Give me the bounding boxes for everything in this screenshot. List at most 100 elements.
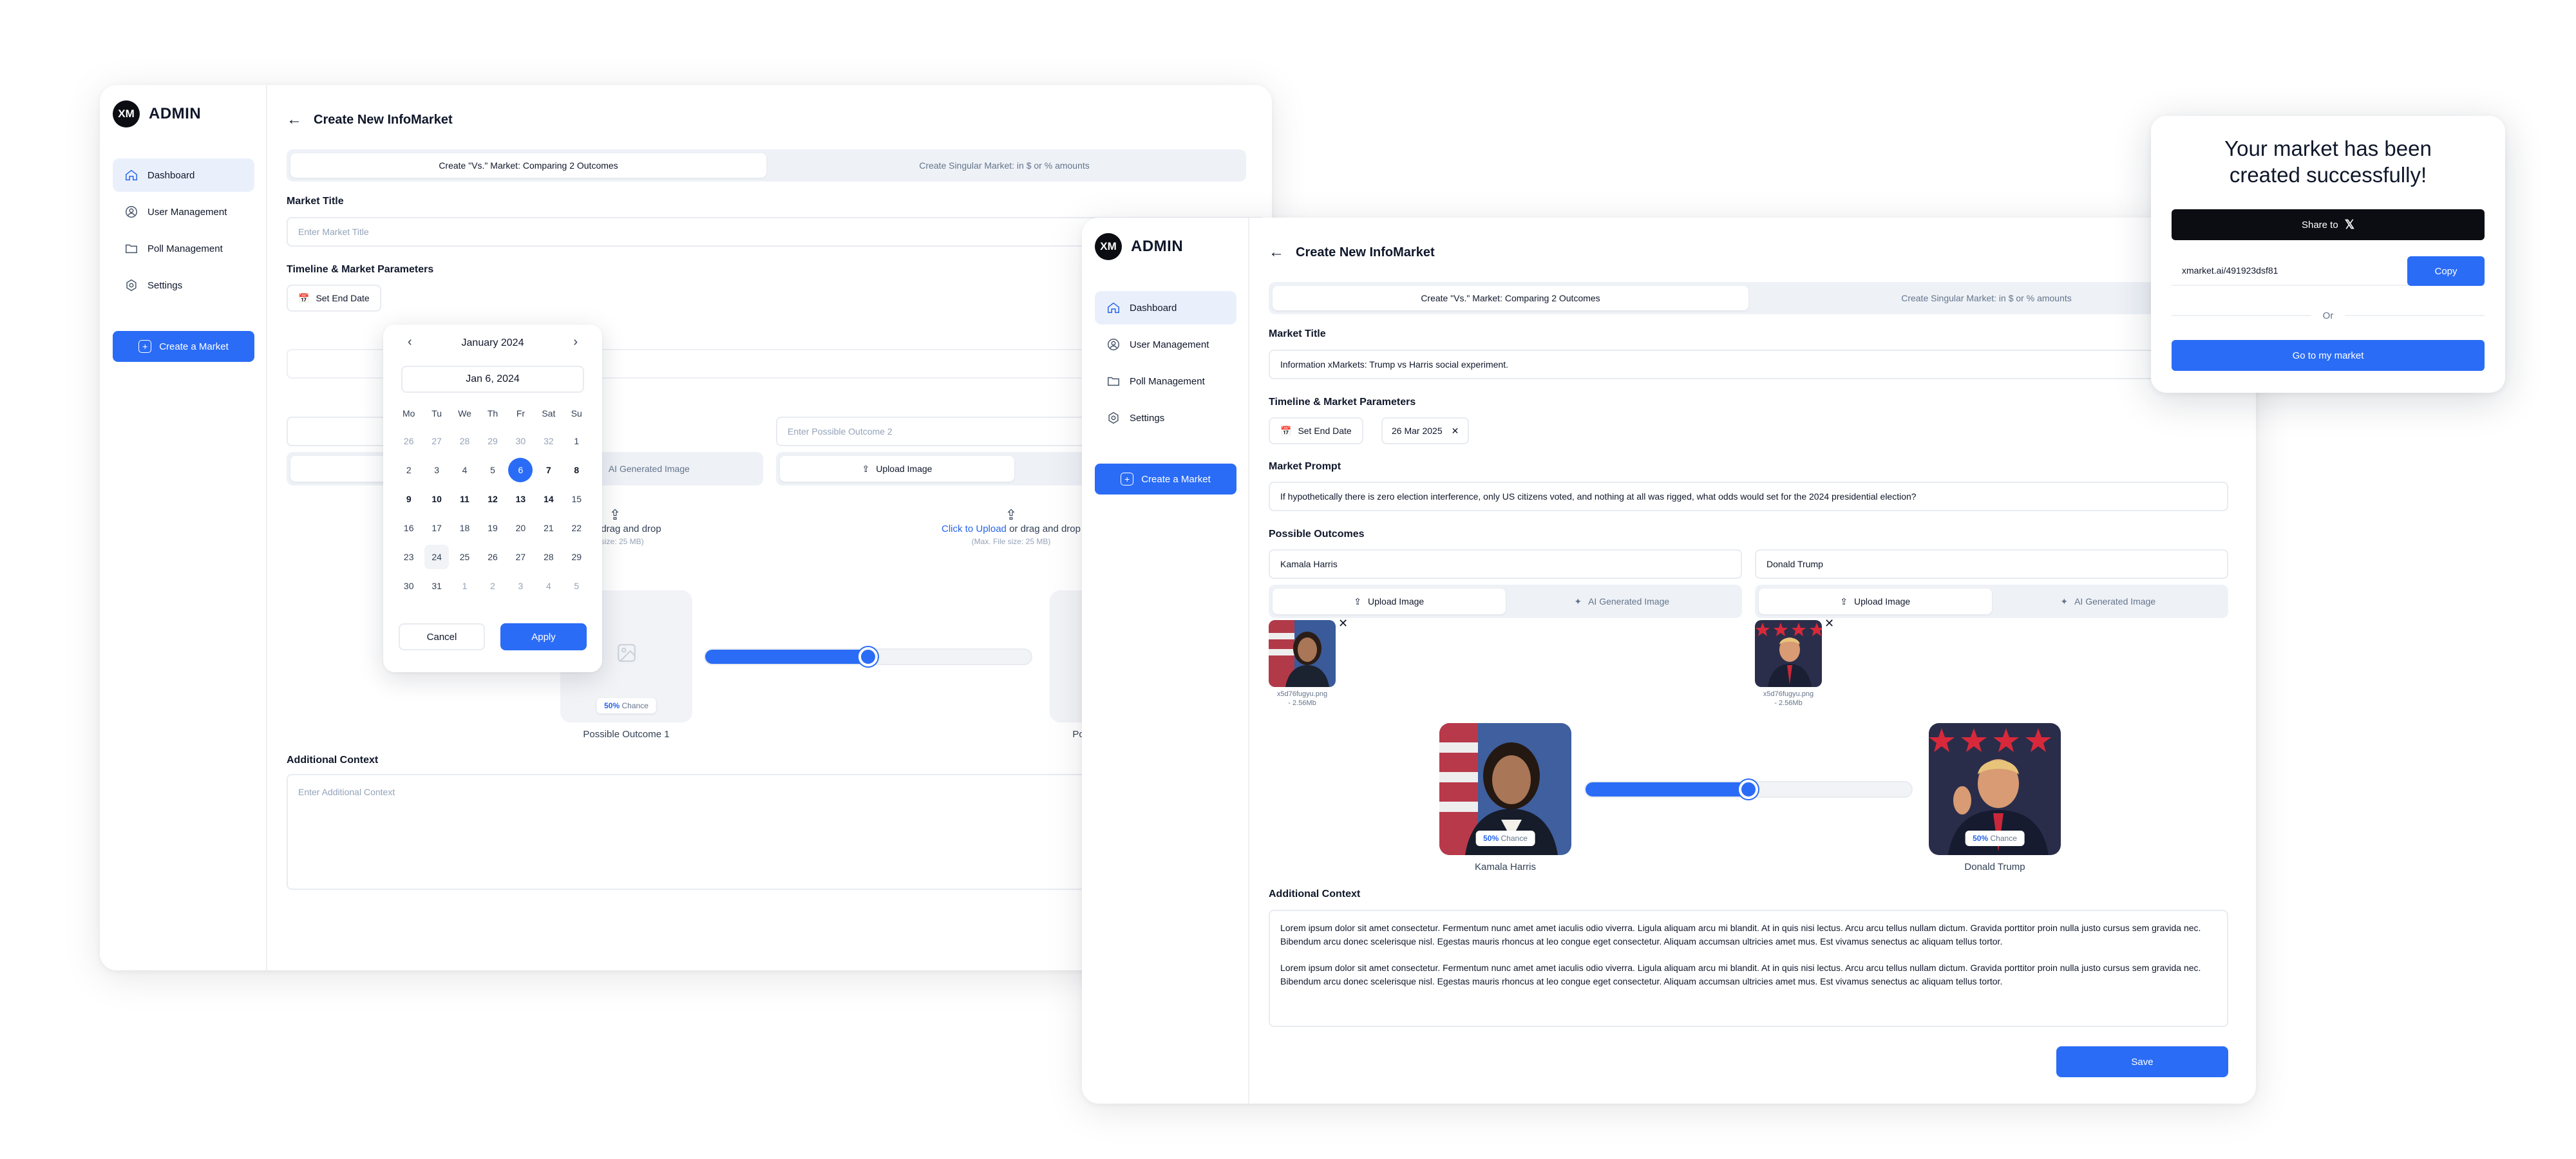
calendar-day[interactable]: 26 (395, 426, 422, 455)
calendar-day[interactable]: 4 (451, 455, 478, 484)
calendar-day[interactable]: 29 (478, 426, 506, 455)
calendar-day[interactable]: 13 (507, 484, 535, 513)
odds-slider[interactable] (1584, 780, 1913, 799)
copy-button[interactable]: Copy (2407, 256, 2485, 286)
calendar-day[interactable]: 7 (535, 455, 562, 484)
calendar-day[interactable]: 6 (507, 455, 535, 484)
remove-image-icon[interactable]: ✕ (1338, 617, 1348, 630)
calendar-day[interactable]: 23 (395, 542, 422, 571)
market-prompt-label: Market Prompt (1269, 461, 1341, 472)
close-icon[interactable]: ✕ (1452, 426, 1459, 437)
calendar-day[interactable]: 12 (478, 484, 506, 513)
set-end-date-button[interactable]: 📅 Set End Date (1269, 417, 1363, 444)
outcome1-input[interactable]: Kamala Harris (1269, 549, 1742, 579)
upload-image-tab[interactable]: ⇪ Upload Image (780, 456, 1014, 482)
calendar-day[interactable]: 20 (507, 513, 535, 542)
create-market-button[interactable]: + Create a Market (113, 331, 254, 362)
apply-button[interactable]: Apply (500, 623, 587, 650)
calendar-day[interactable]: 30 (395, 571, 422, 600)
next-month-icon[interactable]: › (573, 335, 578, 350)
calendar-day[interactable]: 18 (451, 513, 478, 542)
save-button[interactable]: Save (2056, 1046, 2228, 1077)
sidebar-item-user-management[interactable]: User Management (1095, 328, 1236, 361)
brand-name: ADMIN (149, 105, 202, 122)
image-source-toggle-2: ⇪ Upload Image ✦ AI Generated Image (1755, 585, 2228, 618)
calendar-day[interactable]: 17 (422, 513, 450, 542)
calendar-day[interactable]: 5 (478, 455, 506, 484)
create-market-button[interactable]: + Create a Market (1095, 464, 1236, 495)
slider-thumb[interactable] (858, 647, 878, 666)
calendar-day[interactable]: 28 (535, 542, 562, 571)
calendar-day[interactable]: 30 (507, 426, 535, 455)
remove-image-icon[interactable]: ✕ (1824, 617, 1834, 630)
upload-dropzone-2[interactable]: ⇪ Click to Upload or drag and drop (Max.… (914, 507, 1108, 546)
calendar-day[interactable]: 9 (395, 484, 422, 513)
selected-date-input[interactable]: Jan 6, 2024 (401, 366, 584, 393)
calendar-day[interactable]: 21 (535, 513, 562, 542)
calendar-day[interactable]: 22 (563, 513, 591, 542)
page-title: ← Create New InfoMarket (1269, 243, 1435, 261)
sidebar-item-dashboard[interactable]: Dashboard (113, 158, 254, 192)
calendar-day[interactable]: 25 (451, 542, 478, 571)
odds-slider[interactable] (704, 647, 1032, 666)
market-title-input[interactable]: Information xMarkets: Trump vs Harris so… (1269, 350, 2228, 379)
upload-image-tab[interactable]: ⇪ Upload Image (1759, 589, 1992, 614)
back-arrow-icon[interactable]: ← (287, 111, 302, 129)
calendar-day[interactable]: 29 (563, 542, 591, 571)
sidebar-item-settings[interactable]: Settings (113, 269, 254, 302)
back-arrow-icon[interactable]: ← (1269, 243, 1284, 261)
calendar-day[interactable]: 8 (563, 455, 591, 484)
go-to-market-button[interactable]: Go to my market (2172, 340, 2485, 371)
calendar-day[interactable]: 2 (478, 571, 506, 600)
calendar-day[interactable]: 3 (422, 455, 450, 484)
calendar-day[interactable]: 19 (478, 513, 506, 542)
calendar-day[interactable]: 1 (451, 571, 478, 600)
tab-singular-market[interactable]: Create Singular Market: in $ or % amount… (766, 153, 1242, 178)
tab-vs-market[interactable]: Create "Vs." Market: Comparing 2 Outcome… (1273, 286, 1748, 310)
calendar-day[interactable]: 27 (422, 426, 450, 455)
additional-context-input[interactable]: Lorem ipsum dolor sit amet consectetur. … (1269, 910, 2228, 1027)
calendar-day[interactable]: 15 (563, 484, 591, 513)
share-to-x-button[interactable]: Share to 𝕏 (2172, 209, 2485, 240)
cancel-button[interactable]: Cancel (399, 623, 485, 650)
calendar-day[interactable]: 32 (535, 426, 562, 455)
sidebar-item-settings[interactable]: Settings (1095, 401, 1236, 435)
sidebar-item-label: Dashboard (1130, 302, 1177, 314)
calendar-day[interactable]: 4 (535, 571, 562, 600)
x-logo-icon: 𝕏 (2344, 218, 2355, 232)
sidebar-item-poll-management[interactable]: Poll Management (1095, 364, 1236, 398)
ai-generated-tab[interactable]: ✦ AI Generated Image (1506, 589, 1739, 614)
upload-image-tab[interactable]: ⇪ Upload Image (1273, 589, 1506, 614)
sidebar-item-label: Settings (147, 279, 183, 291)
calendar-day-number: 6 (508, 457, 533, 482)
ai-generated-tab[interactable]: ✦ AI Generated Image (1992, 589, 2225, 614)
calendar-icon: 📅 (298, 292, 310, 303)
upload-link[interactable]: Click to Upload (942, 523, 1007, 534)
calendar-day[interactable]: 10 (422, 484, 450, 513)
calendar-day[interactable]: 27 (507, 542, 535, 571)
calendar-day[interactable]: 2 (395, 455, 422, 484)
ai-generated-label: AI Generated Image (1588, 596, 1670, 607)
calendar-day[interactable]: 31 (422, 571, 450, 600)
calendar-day[interactable]: 24 (422, 542, 450, 571)
outcome2-input[interactable]: Donald Trump (1755, 549, 2228, 579)
calendar-day[interactable]: 5 (563, 571, 591, 600)
sidebar-item-poll-management[interactable]: Poll Management (113, 232, 254, 265)
calendar-day[interactable]: 16 (395, 513, 422, 542)
page-title: ← Create New InfoMarket (287, 111, 453, 129)
calendar-day[interactable]: 11 (451, 484, 478, 513)
market-prompt-input[interactable]: If hypothetically there is zero election… (1269, 482, 2228, 511)
calendar-day[interactable]: 1 (563, 426, 591, 455)
slider-thumb[interactable] (1739, 780, 1758, 799)
sidebar-nav: Dashboard User Management Poll Managemen… (113, 158, 254, 305)
sidebar-item-dashboard[interactable]: Dashboard (1095, 291, 1236, 325)
date-picker: ‹ January 2024 › Jan 6, 2024 Mo Tu We Th Fr S… (383, 325, 602, 672)
set-end-date-button[interactable]: 📅 Set End Date (287, 285, 381, 312)
upload-image-label: Upload Image (1854, 596, 1911, 607)
sidebar-item-user-management[interactable]: User Management (113, 195, 254, 229)
calendar-day[interactable]: 28 (451, 426, 478, 455)
calendar-day[interactable]: 3 (507, 571, 535, 600)
tab-vs-market[interactable]: Create "Vs." Market: Comparing 2 Outcome… (290, 153, 766, 178)
calendar-day[interactable]: 14 (535, 484, 562, 513)
calendar-day[interactable]: 26 (478, 542, 506, 571)
